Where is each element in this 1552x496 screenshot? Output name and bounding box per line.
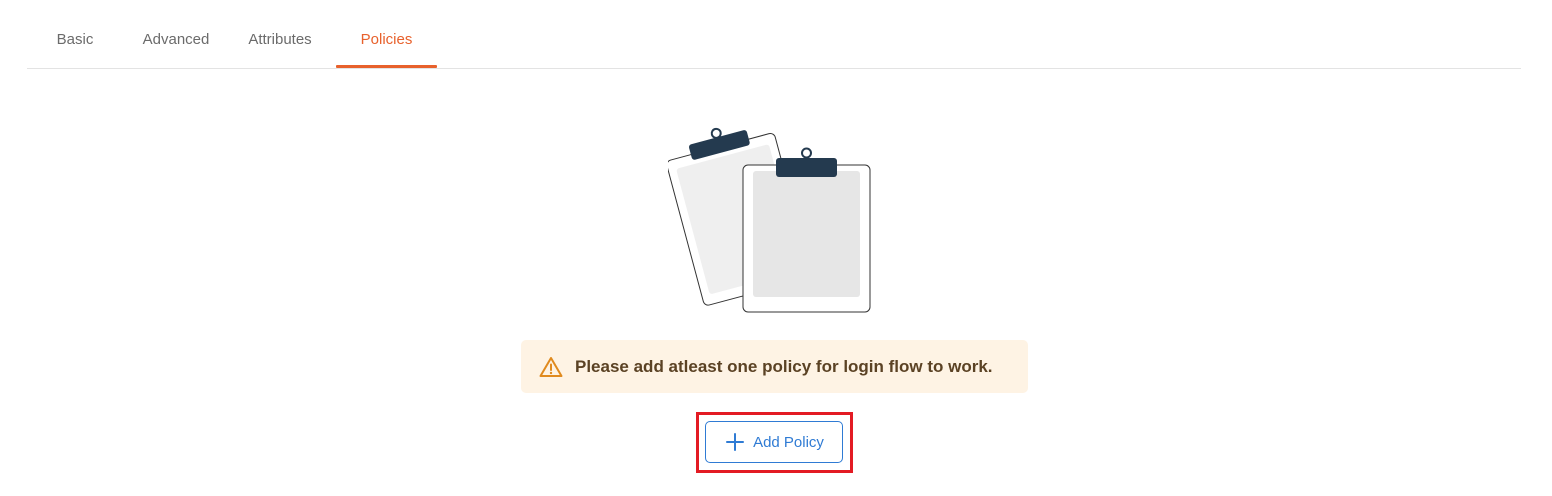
add-policy-label: Add Policy — [753, 433, 824, 451]
alert-message: Please add atleast one policy for login … — [575, 356, 993, 376]
tab-bar: Basic Advanced Attributes Policies — [27, 0, 1521, 69]
tab-basic[interactable]: Basic — [55, 0, 95, 67]
tab-advanced[interactable]: Advanced — [139, 0, 213, 67]
clipboards-icon — [666, 115, 880, 320]
plus-icon — [726, 433, 745, 451]
warning-alert: Please add atleast one policy for login … — [521, 340, 1028, 393]
tab-attributes[interactable]: Attributes — [241, 0, 319, 67]
warning-icon — [539, 356, 563, 378]
add-policy-button[interactable]: Add Policy — [705, 421, 843, 463]
tab-policies[interactable]: Policies — [336, 0, 437, 68]
